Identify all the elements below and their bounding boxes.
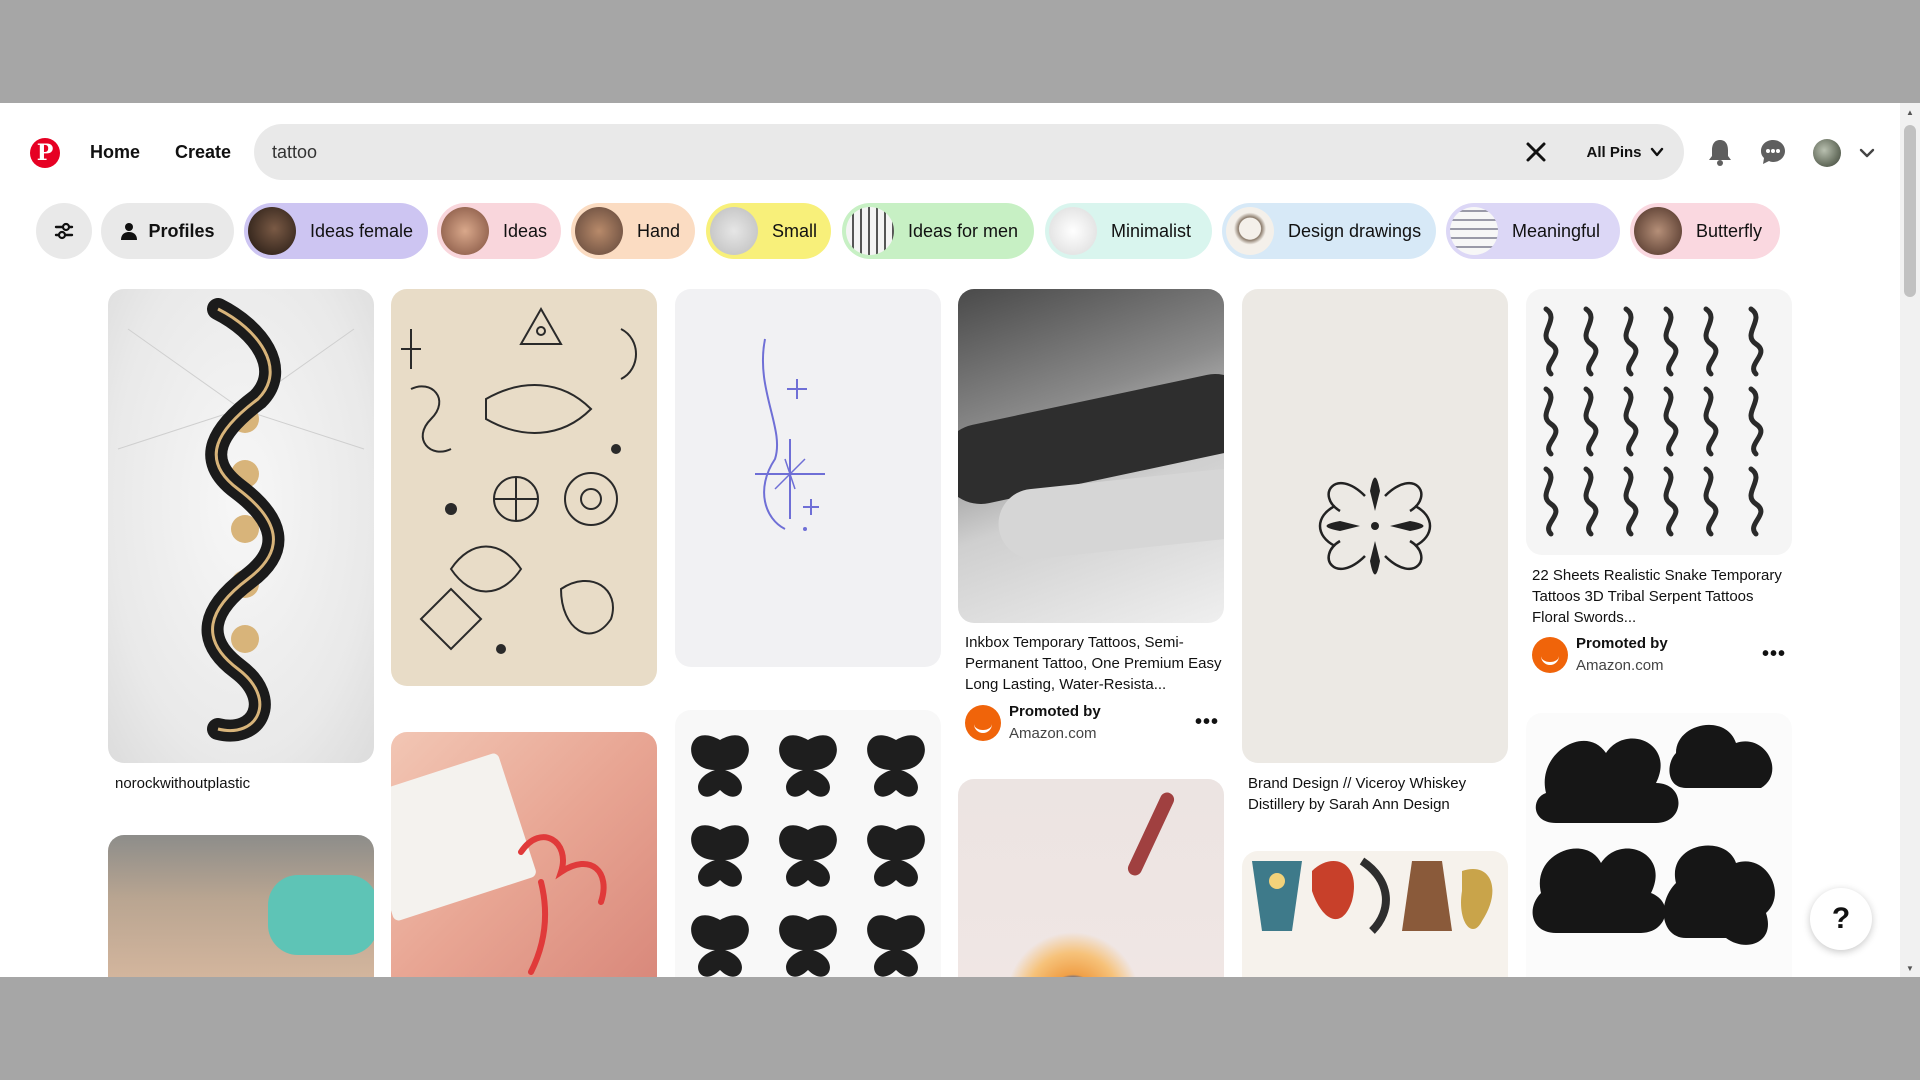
- chip-label: Small: [772, 220, 818, 241]
- guide-chip-design-drawings[interactable]: Design drawings: [1222, 203, 1436, 259]
- more-options-icon[interactable]: •••: [1762, 643, 1786, 666]
- pin-brand-design-moths[interactable]: [1242, 289, 1508, 763]
- nav-home-link[interactable]: Home: [90, 137, 140, 167]
- chip-label: Minimalist: [1111, 220, 1192, 241]
- sliders-icon: [54, 222, 74, 240]
- scrollbar-thumb[interactable]: [1904, 125, 1916, 297]
- vertical-scrollbar[interactable]: ▲ ▼: [1900, 103, 1920, 977]
- guide-chip-ideas[interactable]: Ideas: [437, 203, 561, 259]
- guide-chip-ideas-female[interactable]: Ideas female: [244, 203, 428, 259]
- top-header: P Home Create All Pins: [0, 103, 1900, 199]
- traditional-tattoo-art: [1252, 857, 1493, 934]
- chip-label: Butterfly: [1696, 220, 1763, 241]
- cloud-tattoo-art: [1532, 724, 1775, 945]
- pin-snake-temporary-tattoos[interactable]: [1526, 289, 1792, 555]
- pin-title-inkbox[interactable]: Inkbox Temporary Tattoos, Semi-Permanent…: [965, 632, 1225, 695]
- pin-moth-zodiac-sheet[interactable]: [675, 710, 941, 977]
- guide-chip-small[interactable]: Small: [706, 203, 831, 259]
- pin-sunset-stencil[interactable]: [391, 732, 657, 977]
- pin-snake-moon-art[interactable]: [108, 289, 374, 763]
- pin-type-label: All Pins: [1586, 143, 1642, 161]
- pin-face-tattoo-photo[interactable]: [108, 835, 374, 977]
- scroll-down-icon[interactable]: ▼: [1900, 959, 1920, 977]
- pin-sun-arm-tattoo[interactable]: [958, 779, 1224, 977]
- chip-thumbnail: [1226, 207, 1274, 255]
- pinterest-logo[interactable]: P: [30, 138, 60, 168]
- avatar[interactable]: [1813, 139, 1841, 167]
- amazon-logo: [1532, 637, 1568, 673]
- person-icon: [121, 223, 138, 240]
- pin-author[interactable]: norockwithoutplastic: [115, 775, 250, 792]
- guide-chip-hand[interactable]: Hand: [571, 203, 695, 259]
- chip-label: Ideas: [503, 220, 548, 241]
- chevron-down-icon[interactable]: [1857, 143, 1877, 163]
- chip-thumbnail: [1049, 207, 1097, 255]
- pin-traditional-flash[interactable]: [1242, 851, 1508, 977]
- chip-label: Design drawings: [1288, 220, 1422, 241]
- snake-illustration: [117, 298, 365, 742]
- chevron-down-icon: [1650, 147, 1663, 157]
- scroll-up-icon[interactable]: ▲: [1900, 103, 1920, 121]
- flash-sheet-illustration: [401, 306, 637, 654]
- promoted-label: Promoted by: [1009, 703, 1101, 720]
- pin-title-snake-sheets[interactable]: 22 Sheets Realistic Snake Temporary Tatt…: [1532, 565, 1792, 628]
- promoted-by-amazon[interactable]: Promoted by Amazon.com •••: [1532, 635, 1792, 675]
- clear-icon[interactable]: [1524, 140, 1548, 164]
- amazon-logo: [965, 705, 1001, 741]
- nav-create-link[interactable]: Create: [175, 137, 231, 167]
- chip-label: Ideas for men: [908, 220, 1019, 241]
- stem-tattoo: [1125, 790, 1177, 878]
- chip-thumbnail: [575, 207, 623, 255]
- guide-chip-meaningful[interactable]: Meaningful: [1446, 203, 1620, 259]
- chip-thumbnail: [846, 207, 894, 255]
- chip-label: Hand: [637, 220, 681, 241]
- guide-chip-butterfly[interactable]: Butterfly: [1630, 203, 1780, 259]
- sun-tattoo: [998, 929, 1148, 977]
- snake-sheets-art: [1543, 306, 1764, 537]
- pin-inkbox-arm-photo[interactable]: [958, 289, 1224, 623]
- filters-button[interactable]: [36, 203, 92, 259]
- pin-type-dropdown[interactable]: All Pins: [1574, 132, 1676, 172]
- pin-cloud-tattoos[interactable]: [1526, 713, 1792, 977]
- more-options-icon[interactable]: •••: [1195, 711, 1219, 734]
- profiles-chip[interactable]: Profiles: [101, 203, 234, 259]
- bell-icon[interactable]: [1704, 136, 1736, 168]
- pin-minimal-star-tattoo[interactable]: [675, 289, 941, 667]
- chip-thumbnail: [1634, 207, 1682, 255]
- browser-viewport: P Home Create All Pins: [0, 103, 1920, 977]
- promoted-source: Amazon.com: [1009, 725, 1097, 742]
- gloved-hand: [268, 875, 374, 955]
- chip-thumbnail: [1450, 207, 1498, 255]
- promoted-by-amazon[interactable]: Promoted by Amazon.com •••: [965, 703, 1225, 743]
- pin-flash-sheet[interactable]: [391, 289, 657, 686]
- pin-title-brand-design[interactable]: Brand Design // Viceroy Whiskey Distille…: [1248, 773, 1508, 815]
- guide-chip-minimalist[interactable]: Minimalist: [1045, 203, 1212, 259]
- search-guides-bar: Profiles Ideas female Ideas Hand Small I…: [36, 203, 1796, 259]
- chip-thumbnail: [248, 207, 296, 255]
- moth-circle-logo: [1318, 477, 1432, 575]
- help-button[interactable]: ?: [1810, 888, 1872, 950]
- promoted-label: Promoted by: [1576, 635, 1668, 652]
- chip-thumbnail: [441, 207, 489, 255]
- search-bar: All Pins: [254, 124, 1684, 180]
- guide-chip-ideas-for-men[interactable]: Ideas for men: [842, 203, 1034, 259]
- search-input[interactable]: [272, 124, 1512, 180]
- chat-icon[interactable]: [1757, 136, 1789, 168]
- chip-label: Meaningful: [1512, 220, 1601, 241]
- moth-illustrations: [691, 735, 925, 977]
- star-line-art: [755, 338, 825, 531]
- chip-thumbnail: [710, 207, 758, 255]
- chip-label: Ideas female: [310, 220, 414, 241]
- profiles-chip-label: Profiles: [148, 220, 215, 241]
- promoted-source: Amazon.com: [1576, 657, 1664, 674]
- red-lettering: [518, 834, 607, 975]
